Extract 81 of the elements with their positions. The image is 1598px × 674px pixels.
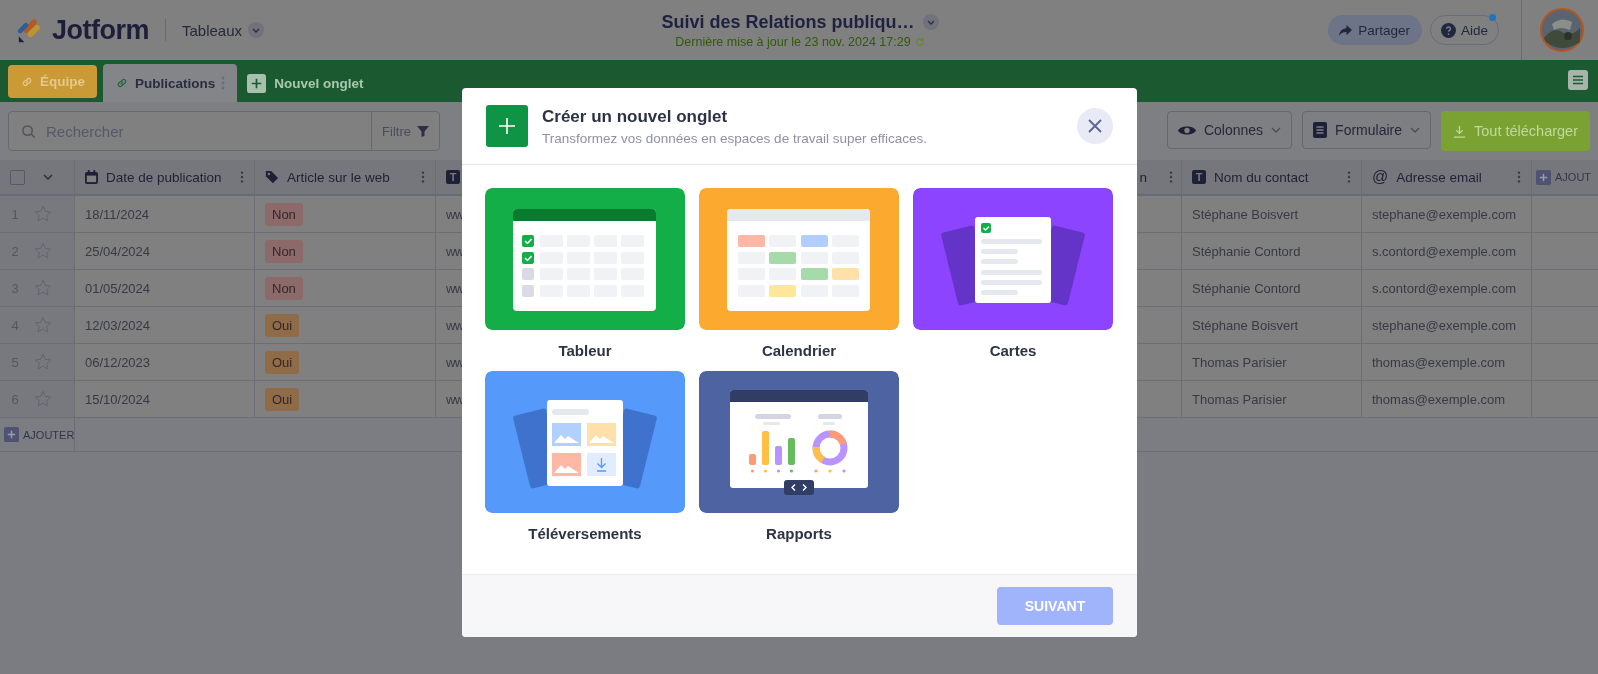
text-type-icon: T xyxy=(1192,170,1206,184)
avatar[interactable] xyxy=(1540,8,1584,52)
column-header: Date de publication xyxy=(106,169,222,185)
chevron-icon xyxy=(1410,127,1420,133)
table-cell: 12/03/2024 xyxy=(85,317,151,333)
table-cell: thomas@exemple.com xyxy=(1372,391,1506,407)
column-header: n xyxy=(1139,169,1147,185)
tag: Non xyxy=(265,239,303,263)
tag: Oui xyxy=(265,387,300,411)
table-cell: s.contord@exemple.com xyxy=(1372,280,1516,296)
chevron-icon[interactable] xyxy=(43,174,53,180)
table-cell: 15/10/2024 xyxy=(85,391,151,407)
table-cell: 06/12/2023 xyxy=(85,354,151,370)
kebab-icon[interactable] xyxy=(1169,170,1173,184)
close-button[interactable] xyxy=(1077,108,1113,144)
tag: Oui xyxy=(265,313,300,337)
table-cell: Thomas Parisier xyxy=(1192,354,1287,370)
dialog-title: Créer un nouvel onglet xyxy=(542,106,729,127)
search-icon xyxy=(21,123,36,139)
download-icon xyxy=(1453,124,1466,138)
share-button[interactable]: Partager xyxy=(1328,15,1422,45)
form-button[interactable]: Formulaire xyxy=(1302,111,1431,149)
calendar-icon xyxy=(85,170,98,184)
column-header: Article sur le web xyxy=(287,169,390,185)
filter-icon xyxy=(417,125,429,137)
table-cell: s.contord@exemple.com xyxy=(1372,243,1516,259)
help-icon xyxy=(1440,22,1456,38)
tag-icon xyxy=(265,170,279,184)
add-column-button[interactable]: AJOUT xyxy=(1536,169,1592,185)
text-type-icon: T xyxy=(446,170,460,184)
table-cell: Thomas Parisier xyxy=(1192,391,1287,407)
table-cell: 25/04/2024 xyxy=(85,243,151,259)
table-cell: Stéphanie Contord xyxy=(1192,243,1301,259)
new-tab-button[interactable]: Nouvel onglet xyxy=(247,64,364,102)
brand-name: Jotform xyxy=(52,14,149,46)
tab-type-option[interactable]: Téléversements xyxy=(485,371,685,542)
document-icon xyxy=(1313,122,1328,138)
table-cell: thomas@exemple.com xyxy=(1372,354,1506,370)
add-row-button[interactable]: AJOUTER xyxy=(4,427,75,442)
table-cell: stephane@exemple.com xyxy=(1372,317,1516,333)
tab-type-option[interactable]: Cartes xyxy=(913,188,1113,359)
table-cell: stephane@exemple.com xyxy=(1372,206,1516,222)
table-cell: Stéphane Boisvert xyxy=(1192,317,1299,333)
chevron-icon[interactable] xyxy=(922,14,939,30)
kebab-icon[interactable] xyxy=(421,170,425,184)
kebab-icon[interactable] xyxy=(1347,170,1351,184)
table-cell: Stéphanie Contord xyxy=(1192,280,1301,296)
tag: Non xyxy=(265,202,303,226)
kebab-icon[interactable] xyxy=(1517,170,1521,184)
workspace-menu[interactable]: Tableaux xyxy=(182,21,265,39)
last-updated: Dernière mise à jour le 23 nov. 2024 17:29 xyxy=(675,34,911,49)
close-icon xyxy=(1088,119,1102,133)
kebab-icon[interactable] xyxy=(240,170,244,184)
plus-icon xyxy=(486,105,528,147)
tab-type-option[interactable]: Tableur xyxy=(485,188,685,359)
chevron-icon xyxy=(248,22,265,38)
column-header: Nom du contact xyxy=(1214,169,1309,185)
eye-icon xyxy=(1177,123,1196,137)
columns-button[interactable]: Colonnes xyxy=(1166,111,1293,149)
kebab-icon[interactable] xyxy=(221,75,226,91)
email-type-icon: @ xyxy=(1372,168,1389,186)
tab-type-option[interactable]: Calendrier xyxy=(699,188,899,359)
dialog-subtitle: Transformez vos données en espaces de travail super efficaces. xyxy=(542,130,928,146)
document-title: Suivi des Relations publiqu… xyxy=(661,11,915,33)
tag: Non xyxy=(265,276,303,300)
link-icon xyxy=(115,76,129,90)
column-header: Adresse email xyxy=(1396,169,1482,185)
chevron-icon xyxy=(1271,127,1282,133)
tab[interactable]: Publications xyxy=(103,64,238,102)
plus-icon xyxy=(4,427,19,442)
download-button[interactable]: Tout télécharger xyxy=(1441,111,1590,151)
plus-icon xyxy=(247,73,267,93)
tag: Oui xyxy=(265,350,300,374)
table-cell: Stéphane Boisvert xyxy=(1192,206,1299,222)
menu-icon[interactable] xyxy=(1568,70,1588,90)
share-icon xyxy=(1338,23,1354,37)
table-cell: 18/11/2024 xyxy=(85,206,150,222)
table-cell: 01/05/2024 xyxy=(85,280,151,296)
select-all-checkbox[interactable] xyxy=(10,169,25,185)
plus-icon xyxy=(1536,169,1551,185)
tab-type-option[interactable]: Rapports xyxy=(699,371,899,542)
